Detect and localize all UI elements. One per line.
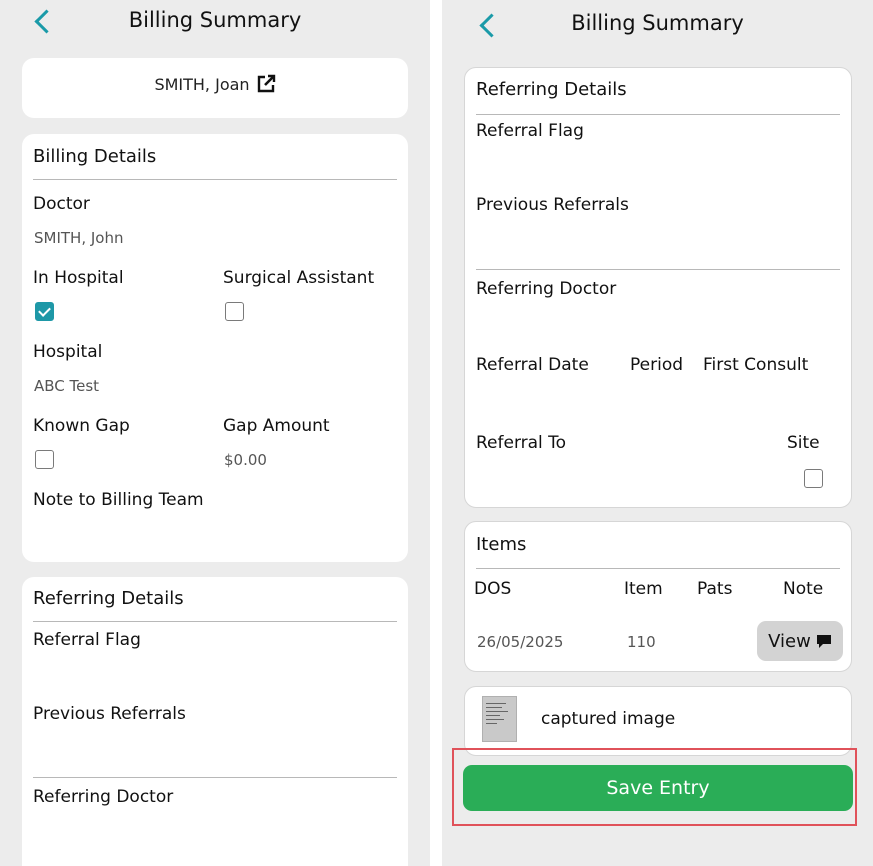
divider (476, 568, 840, 569)
captured-image-thumbnail[interactable] (482, 696, 517, 742)
period-label: Period (630, 355, 684, 375)
site-checkbox[interactable] (804, 469, 823, 488)
referral-date-label: Referral Date (476, 355, 589, 375)
right-screen: Billing Summary Referring Details Referr… (442, 0, 873, 866)
first-consult-label: First Consult (703, 355, 809, 375)
row-item: 110 (627, 633, 656, 651)
referring-doctor-label: Referring Doctor (33, 787, 174, 807)
billing-details-card: Billing Details Doctor SMITH, John In Ho… (22, 134, 408, 562)
divider (476, 269, 840, 270)
page-title: Billing Summary (128, 8, 302, 32)
site-label: Site (787, 433, 820, 453)
column-header-note: Note (783, 579, 824, 599)
doctor-label: Doctor (33, 194, 90, 214)
known-gap-checkbox[interactable] (35, 450, 54, 469)
divider (33, 179, 397, 180)
surgical-assistant-checkbox[interactable] (225, 302, 244, 321)
known-gap-label: Known Gap (33, 416, 130, 436)
gap-amount-label: Gap Amount (223, 416, 330, 436)
patient-card[interactable]: SMITH, Joan (22, 58, 408, 118)
divider (33, 777, 397, 778)
gap-amount-value[interactable]: $0.00 (224, 451, 267, 469)
previous-referrals-label: Previous Referrals (476, 195, 629, 215)
left-screen: Billing Summary SMITH, Joan Billing Deta… (0, 0, 430, 866)
items-title: Items (476, 534, 527, 555)
column-header-pats: Pats (697, 579, 733, 599)
external-link-icon[interactable] (256, 74, 276, 94)
items-card: Items DOS Item Pats Note 26/05/2025 110 … (464, 521, 852, 672)
referring-details-card: Referring Details Referral Flag Previous… (22, 577, 408, 866)
captured-image-label: captured image (541, 709, 676, 729)
captured-image-card[interactable]: captured image (464, 686, 852, 756)
referring-details-title: Referring Details (33, 588, 184, 609)
referral-flag-label: Referral Flag (33, 630, 141, 650)
in-hospital-checkbox[interactable] (35, 302, 54, 321)
column-header-item: Item (624, 579, 663, 599)
divider (476, 114, 840, 115)
billing-details-title: Billing Details (33, 146, 157, 167)
referral-flag-label: Referral Flag (476, 121, 584, 141)
in-hospital-label: In Hospital (33, 268, 124, 288)
referring-doctor-label: Referring Doctor (476, 279, 617, 299)
referring-details-card: Referring Details Referral Flag Previous… (464, 67, 852, 508)
hospital-value[interactable]: ABC Test (34, 377, 99, 395)
row-dos: 26/05/2025 (477, 633, 564, 651)
referring-details-title: Referring Details (476, 79, 627, 100)
view-label: View (768, 630, 811, 652)
surgical-assistant-label: Surgical Assistant (223, 268, 375, 288)
patient-name[interactable]: SMITH, Joan (154, 75, 249, 94)
column-header-dos: DOS (474, 579, 512, 599)
header: Billing Summary (442, 0, 873, 50)
comment-icon (816, 635, 831, 648)
divider (33, 621, 397, 622)
hospital-label: Hospital (33, 342, 103, 362)
previous-referrals-label: Previous Referrals (33, 704, 186, 724)
referral-to-label: Referral To (476, 433, 567, 453)
page-title: Billing Summary (571, 11, 744, 35)
view-note-button[interactable]: View (757, 621, 843, 661)
header: Billing Summary (0, 0, 430, 50)
doctor-value[interactable]: SMITH, John (34, 229, 123, 247)
note-to-billing-label: Note to Billing Team (33, 490, 204, 510)
highlight-box (452, 748, 857, 826)
